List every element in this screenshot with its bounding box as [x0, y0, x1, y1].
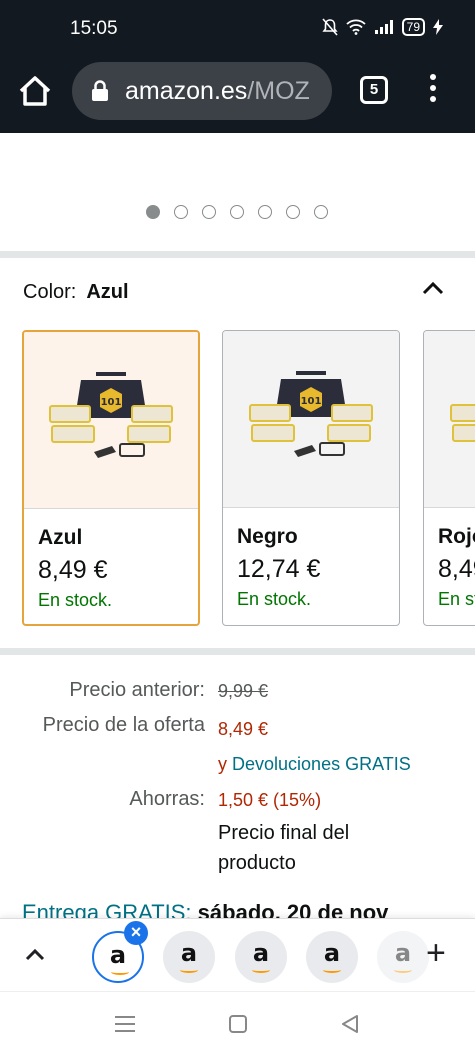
amazon-smile-icon — [394, 967, 412, 973]
color-option-price: 12,74 € — [237, 555, 321, 583]
chevron-up-icon[interactable] — [422, 280, 444, 296]
status-icons: 79 — [322, 18, 443, 36]
image-carousel-dots — [146, 205, 328, 219]
url-bar[interactable]: amazon.es/MOZ — [72, 62, 332, 120]
amazon-logo-icon: a — [394, 939, 412, 967]
home-nav-icon[interactable] — [228, 1014, 248, 1034]
color-option-negro[interactable]: 101 Negro 12,74 € En stock. — [222, 330, 400, 626]
browser-toolbar: amazon.es/MOZ 5 — [0, 56, 475, 133]
system-nav-bar — [0, 991, 475, 1056]
home-icon[interactable] — [17, 74, 53, 110]
amazon-logo-icon: a — [109, 941, 127, 969]
amazon-logo-icon: a — [323, 939, 341, 967]
status-bar: 15:05 79 — [0, 0, 475, 56]
amazon-logo-icon: a — [252, 939, 270, 967]
swatch-separator — [223, 507, 399, 508]
returns-prefix: y — [218, 754, 227, 774]
tab-thumbnail[interactable]: a — [163, 931, 215, 983]
returns-line: y Devoluciones GRATIS — [218, 754, 411, 775]
overflow-menu-icon[interactable] — [426, 74, 440, 108]
amazon-logo-icon: a — [180, 939, 198, 967]
previous-price-value: 9,99 € — [218, 681, 269, 701]
chevron-up-icon[interactable] — [25, 947, 45, 961]
color-option-price: 8,49 € — [38, 556, 108, 584]
color-option-stock: En stock. — [438, 589, 475, 609]
svg-text:101: 101 — [101, 397, 122, 408]
lock-icon — [92, 80, 108, 101]
previous-price-label: Precio anterior: — [69, 679, 205, 701]
savings-label: Ahorras: — [129, 788, 205, 810]
section-divider — [0, 251, 475, 258]
color-selector-header: Color: Azul — [23, 281, 129, 304]
final-price-note-line2: producto — [218, 852, 296, 874]
tab-thumbnail[interactable]: a — [377, 931, 429, 983]
mute-bell-icon — [322, 18, 338, 36]
carousel-dot[interactable] — [202, 205, 216, 219]
battery-indicator: 79 — [401, 18, 425, 36]
free-returns-link[interactable]: Devoluciones GRATIS — [232, 754, 411, 774]
color-option-stock: En stock. — [38, 590, 113, 610]
carousel-dot[interactable] — [146, 205, 160, 219]
tab-thumbnail[interactable]: a — [306, 931, 358, 983]
back-nav-icon[interactable] — [341, 1014, 359, 1034]
color-selected-value: Azul — [86, 281, 129, 303]
product-image: 101 — [24, 332, 198, 508]
color-option-name: Azul — [38, 526, 83, 549]
color-option-name: Rojo — [438, 525, 475, 548]
color-option-name: Negro — [237, 525, 298, 548]
carousel-dot[interactable] — [258, 205, 272, 219]
status-time: 15:05 — [70, 18, 118, 39]
url-host: amazon.es — [125, 77, 248, 105]
color-swatches: 101 Azul 8,49 € En stock. 101 Negro 12,7… — [22, 330, 475, 626]
savings-value: 1,50 € (15%) — [218, 790, 322, 810]
new-tab-button[interactable]: + — [426, 936, 446, 970]
amazon-smile-icon — [323, 967, 341, 973]
product-image: 101 — [424, 331, 475, 507]
section-divider — [0, 648, 475, 655]
amazon-smile-icon — [180, 967, 198, 973]
carousel-dot[interactable] — [314, 205, 328, 219]
amazon-smile-icon — [111, 969, 129, 975]
offer-price-label: Precio de la oferta — [42, 714, 205, 736]
product-image: 101 — [223, 331, 399, 507]
close-tab-icon[interactable]: × — [124, 921, 148, 945]
url-text: amazon.es/MOZ — [125, 77, 310, 106]
signal-icon — [374, 20, 393, 34]
tab-thumbnail[interactable]: a — [235, 931, 287, 983]
color-label: Color: — [23, 281, 77, 303]
svg-text:101: 101 — [301, 396, 322, 407]
tab-strip: a a a a a — [0, 918, 475, 991]
amazon-smile-icon — [252, 967, 270, 973]
carousel-dot[interactable] — [286, 205, 300, 219]
final-price-note-line1: Precio final del — [218, 822, 350, 844]
offer-price-value: 8,49 € — [218, 719, 269, 739]
swatch-separator — [424, 507, 475, 508]
tab-switcher-button[interactable]: 5 — [360, 76, 388, 104]
url-path: /MOZ — [247, 77, 310, 105]
carousel-dot[interactable] — [230, 205, 244, 219]
recents-menu-icon[interactable] — [114, 1014, 136, 1034]
color-option-stock: En stock. — [237, 589, 312, 609]
color-option-price: 8,49 € — [438, 555, 475, 583]
color-option-azul[interactable]: 101 Azul 8,49 € En stock. — [22, 330, 200, 626]
charging-icon — [433, 19, 443, 35]
wifi-icon — [346, 19, 366, 35]
swatch-separator — [24, 508, 198, 509]
color-option-rojo[interactable]: 101 Rojo 8,49 € En stock. — [423, 330, 475, 626]
carousel-dot[interactable] — [174, 205, 188, 219]
